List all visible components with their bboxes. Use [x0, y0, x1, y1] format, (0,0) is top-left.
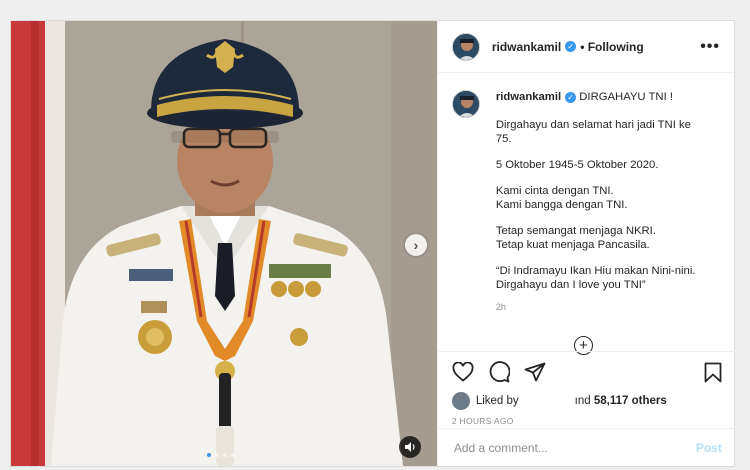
likes-count[interactable]: 58,117 others [594, 395, 667, 407]
posted-time[interactable]: 2 HOURS AGO [452, 416, 722, 426]
verified-badge-icon: ✓ [565, 41, 577, 52]
post-comment-button[interactable]: Post [696, 441, 722, 455]
slide-dot [223, 453, 227, 457]
liker-avatar [451, 392, 470, 410]
slide-dot [215, 453, 219, 457]
caption-username[interactable]: ridwankamil [496, 91, 561, 103]
caption-text: ridwankamil ✓ DIRGAHAYU TNI ! Dirgahayu d… [496, 90, 701, 314]
slide-indicator [207, 453, 235, 457]
caption-paragraph: “Di Indramayu Ikan Hiu makan Nini-nini. … [495, 265, 696, 291]
instagram-post: › ridwankamil ✓ • Following ••• ridwanka… [10, 20, 736, 467]
video-frame [11, 21, 437, 466]
liked-by-fragment: ınd [574, 395, 591, 407]
post-actions: Liked by ınd 58,117 others 2 HOURS AGO [437, 351, 736, 426]
bookmark-icon[interactable] [704, 362, 722, 383]
caption-paragraph: Tetap semangat menjaga NKRI. Tetap kuat … [495, 225, 656, 251]
post-header: ridwankamil ✓ • Following ••• [437, 21, 734, 73]
avatar-image [452, 33, 479, 60]
verified-badge-icon: ✓ [565, 91, 577, 103]
caption-paragraph: Dirgahayu dan selamat hari jadi TNI ke 7… [495, 119, 691, 145]
more-options-icon[interactable]: ••• [700, 38, 720, 56]
likes-summary[interactable]: Liked by ınd 58,117 others [451, 392, 722, 410]
caption-headline: DIRGAHAYU TNI ! [579, 91, 673, 103]
caption-area: ridwankamil ✓ DIRGAHAYU TNI ! Dirgahayu d… [438, 74, 736, 355]
comment-icon[interactable] [488, 361, 510, 383]
avatar[interactable] [451, 32, 480, 61]
speaker-icon [405, 442, 415, 452]
caption-paragraph: Kami cinta dengan TNI. Kami bangga denga… [495, 185, 628, 211]
comment-composer: Post [437, 428, 736, 466]
comment-input[interactable] [451, 439, 696, 456]
avatar-image [452, 91, 479, 117]
slide-dot [207, 453, 211, 457]
share-icon[interactable] [524, 362, 546, 382]
caption-paragraph: 5 Oktober 1945-5 Oktober 2020. [495, 159, 659, 171]
caption-avatar[interactable] [451, 90, 480, 118]
chevron-right-icon: › [413, 237, 419, 253]
caption-timestamp: 2h [495, 302, 506, 312]
post-sidebar: ridwankamil ✓ • Following ••• ridwankami [436, 21, 736, 466]
following-button[interactable]: • Following [580, 40, 644, 54]
sound-toggle-button[interactable] [399, 436, 421, 458]
username-link[interactable]: ridwankamil [492, 40, 561, 54]
slide-dot [231, 453, 235, 457]
liked-by-prefix: Liked by [475, 395, 519, 407]
post-media[interactable]: › [11, 21, 437, 466]
heart-icon[interactable] [452, 362, 474, 382]
next-slide-button[interactable]: › [405, 234, 427, 256]
